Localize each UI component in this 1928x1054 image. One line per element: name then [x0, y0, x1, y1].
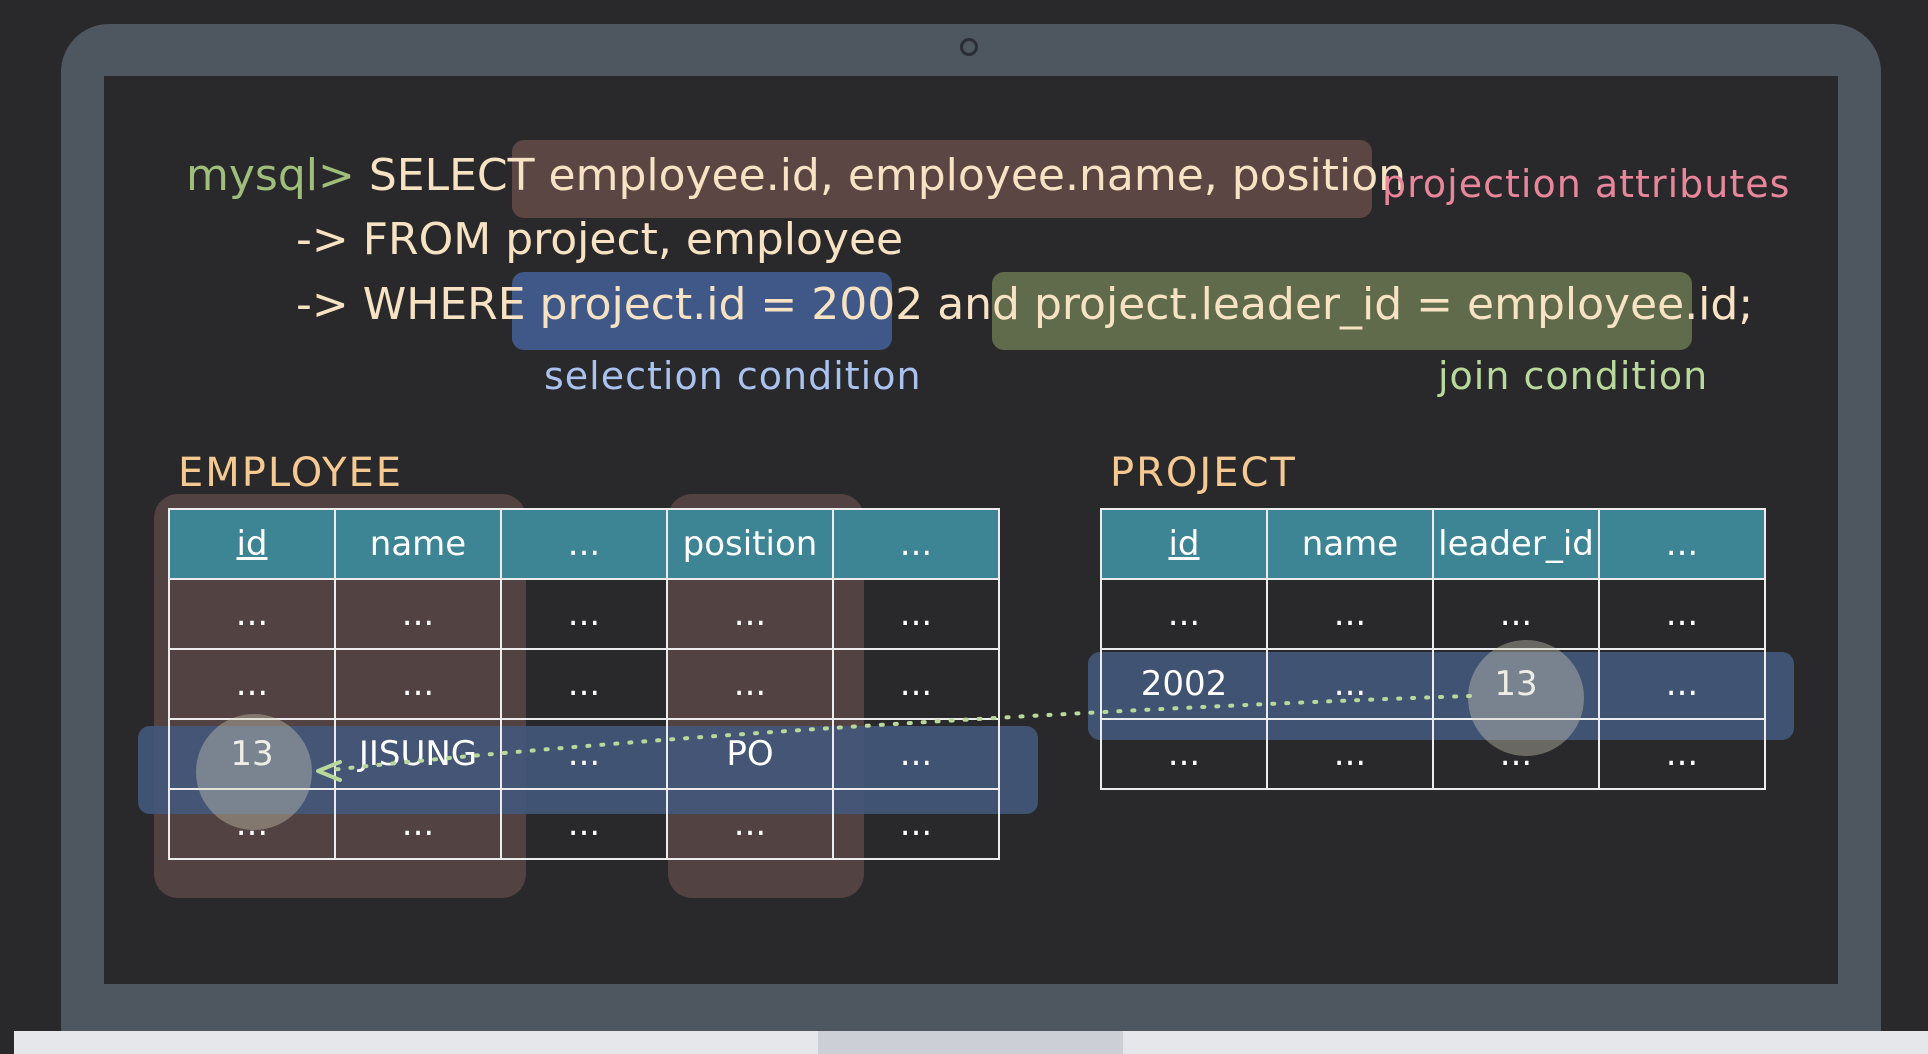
join-arrow: [316, 694, 1472, 782]
